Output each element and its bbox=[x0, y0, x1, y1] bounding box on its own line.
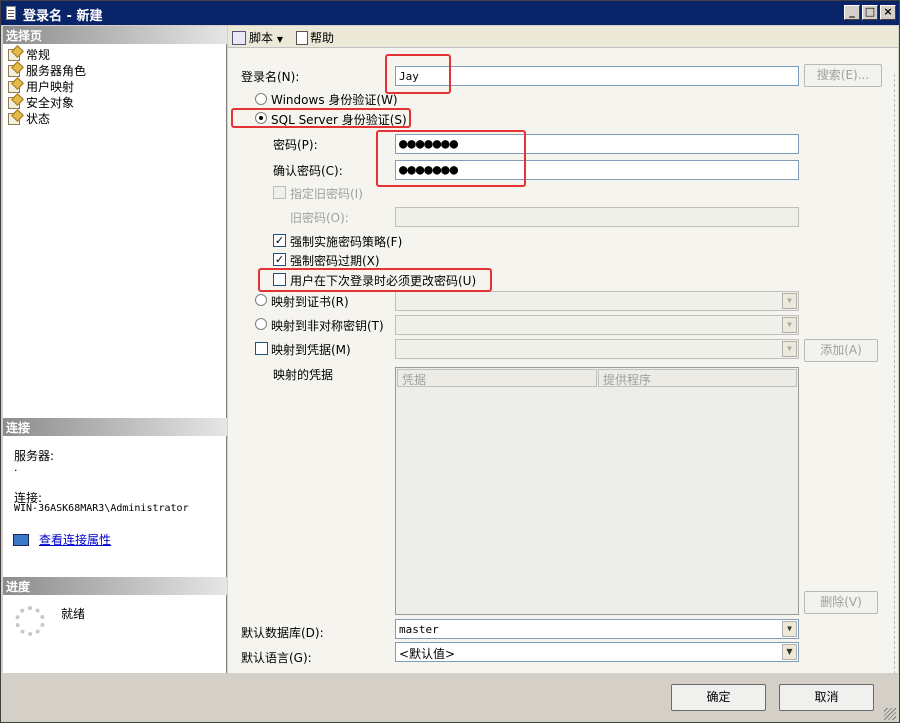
login-new-dialog: 登录名 - 新建 _ □ × 选择页 常规 服务器角色 用户映射 安全对象 状态… bbox=[0, 0, 900, 723]
page-icon bbox=[7, 63, 23, 77]
dropdown-arrow-icon: ▼ bbox=[276, 35, 283, 44]
specify-old-password-checkbox[interactable] bbox=[273, 186, 286, 199]
map-credential-label: 映射到凭据(M) bbox=[271, 343, 351, 357]
title-bar: 登录名 - 新建 _ □ × bbox=[1, 1, 899, 25]
map-asym-key-label: 映射到非对称密钥(T) bbox=[271, 319, 384, 333]
page-icon bbox=[7, 95, 23, 109]
remove-credential-button[interactable]: 删除(V) bbox=[804, 591, 878, 614]
cert-combo[interactable]: ▼ bbox=[395, 291, 799, 311]
document-icon bbox=[6, 6, 16, 20]
server-value: . bbox=[14, 461, 18, 474]
old-password-label: 旧密码(O): bbox=[290, 211, 349, 225]
nav-item-status[interactable]: 状态 bbox=[7, 110, 50, 126]
mapped-credentials-label: 映射的凭据 bbox=[273, 368, 334, 382]
login-name-label: 登录名(N): bbox=[241, 70, 300, 84]
highlight-login-name bbox=[385, 54, 451, 94]
view-connection-properties[interactable]: 查看连接属性 bbox=[13, 531, 111, 548]
credential-combo[interactable]: ▼ bbox=[395, 339, 799, 359]
script-icon bbox=[232, 31, 246, 45]
nav-item-general[interactable]: 常规 bbox=[7, 46, 50, 62]
chevron-down-icon: ▼ bbox=[782, 317, 797, 333]
scroll-edge bbox=[894, 74, 897, 694]
confirm-password-label: 确认密码(C): bbox=[273, 164, 343, 178]
chevron-down-icon: ▼ bbox=[782, 644, 797, 660]
grid-col-provider[interactable]: 提供程序 bbox=[598, 369, 797, 387]
default-database-label: 默认数据库(D): bbox=[241, 626, 324, 640]
default-language-label: 默认语言(G): bbox=[241, 651, 312, 665]
password-label: 密码(P): bbox=[273, 138, 318, 152]
asym-key-combo[interactable]: ▼ bbox=[395, 315, 799, 335]
default-database-combo[interactable]: master ▼ bbox=[395, 619, 799, 639]
ok-button[interactable]: 确定 bbox=[671, 684, 766, 711]
maximize-button[interactable]: □ bbox=[862, 5, 878, 20]
chevron-down-icon: ▼ bbox=[782, 621, 797, 637]
progress-status: 就绪 bbox=[61, 607, 86, 621]
page-icon bbox=[7, 47, 23, 61]
minimize-button[interactable]: _ bbox=[844, 5, 860, 20]
help-icon bbox=[296, 31, 308, 45]
enforce-policy-label: 强制实施密码策略(F) bbox=[290, 235, 403, 249]
map-cert-label: 映射到证书(R) bbox=[271, 295, 349, 309]
page-icon bbox=[7, 79, 23, 93]
enforce-policy-checkbox[interactable]: ✓ bbox=[273, 234, 286, 247]
progress-spinner-icon bbox=[15, 606, 45, 636]
help-button[interactable]: 帮助 bbox=[296, 29, 334, 46]
windows-auth-radio[interactable] bbox=[255, 93, 267, 105]
grid-col-credential[interactable]: 凭据 bbox=[397, 369, 597, 387]
resize-grip-icon[interactable] bbox=[884, 708, 896, 720]
chevron-down-icon: ▼ bbox=[782, 293, 797, 309]
close-button[interactable]: × bbox=[880, 5, 896, 20]
map-credential-checkbox[interactable] bbox=[255, 342, 268, 355]
script-button[interactable]: 脚本 ▼ bbox=[232, 29, 283, 46]
highlight-sql-auth bbox=[231, 108, 411, 128]
map-asym-key-radio[interactable] bbox=[255, 318, 267, 330]
map-cert-radio[interactable] bbox=[255, 294, 267, 306]
highlight-must-change bbox=[258, 268, 492, 292]
highlight-passwords bbox=[376, 130, 526, 187]
login-name-input[interactable]: Jay bbox=[395, 66, 799, 86]
dialog-footer: 确定 取消 bbox=[3, 674, 898, 722]
enforce-expiration-label: 强制密码过期(X) bbox=[290, 254, 380, 268]
progress-header: 进度 bbox=[3, 577, 227, 595]
nav-item-securables[interactable]: 安全对象 bbox=[7, 94, 74, 110]
add-credential-button[interactable]: 添加(A) bbox=[804, 339, 878, 362]
select-page-header: 选择页 bbox=[3, 26, 227, 44]
nav-item-user-mapping[interactable]: 用户映射 bbox=[7, 78, 74, 94]
default-language-combo[interactable]: <默认值> ▼ bbox=[395, 642, 799, 662]
main-pane: 脚本 ▼ 帮助 登录名(N): Jay 搜索(E)... Windows 身份验… bbox=[228, 26, 898, 694]
left-pane: 选择页 常规 服务器角色 用户映射 安全对象 状态 连接 服务器: . 连接: … bbox=[3, 26, 227, 673]
windows-auth-label: Windows 身份验证(W) bbox=[271, 93, 398, 107]
server-label: 服务器: bbox=[14, 449, 55, 463]
cancel-button[interactable]: 取消 bbox=[779, 684, 874, 711]
connection-header: 连接 bbox=[3, 418, 227, 436]
search-button[interactable]: 搜索(E)... bbox=[804, 64, 882, 87]
toolbar: 脚本 ▼ 帮助 bbox=[228, 26, 898, 48]
window-title: 登录名 - 新建 bbox=[23, 9, 103, 24]
old-password-input[interactable] bbox=[395, 207, 799, 227]
nav-item-server-roles[interactable]: 服务器角色 bbox=[7, 62, 86, 78]
enforce-expiration-checkbox[interactable]: ✓ bbox=[273, 253, 286, 266]
specify-old-password-label: 指定旧密码(I) bbox=[290, 187, 363, 201]
connection-value: WIN-36ASK68MAR3\Administrator bbox=[14, 503, 189, 514]
mapped-credentials-grid[interactable]: 凭据 提供程序 bbox=[395, 367, 799, 615]
page-icon bbox=[7, 111, 23, 125]
chevron-down-icon: ▼ bbox=[782, 341, 797, 357]
properties-icon bbox=[13, 534, 29, 546]
